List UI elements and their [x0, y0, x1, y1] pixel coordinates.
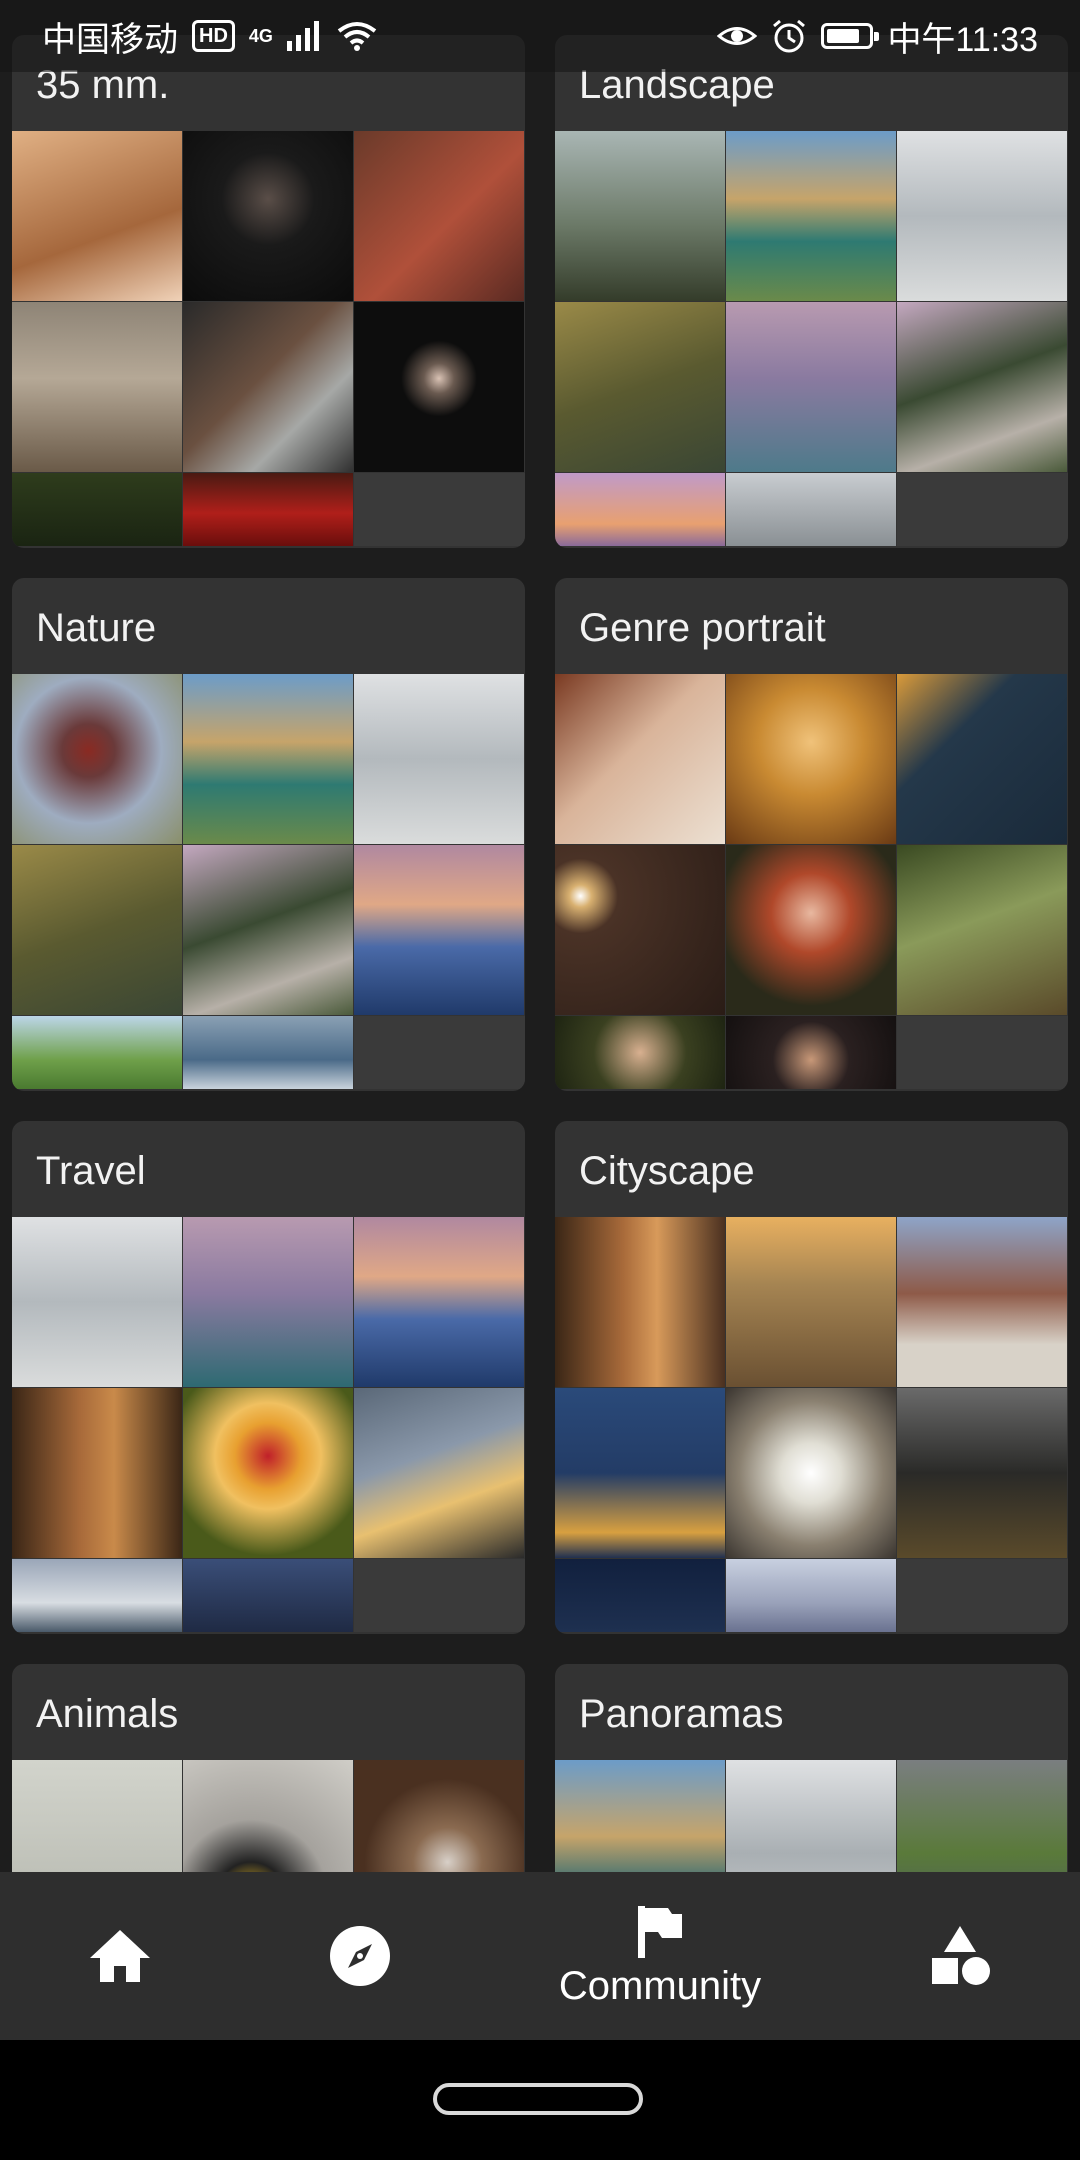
category-title: Animals [36, 1692, 179, 1736]
empty-slot [354, 473, 525, 546]
category-card-panoramas[interactable]: Panoramas [555, 1664, 1068, 1872]
category-card-cityscape[interactable]: Cityscape [555, 1121, 1068, 1634]
category-title: Nature [36, 606, 157, 650]
shapes-icon [932, 1926, 990, 1985]
photo-thumbnail[interactable] [12, 473, 182, 546]
network-type: 4G [248, 26, 273, 46]
nav-community-label: Community [558, 1963, 762, 2008]
photo-thumbnail[interactable] [897, 131, 1067, 301]
photo-thumbnail[interactable] [897, 302, 1067, 472]
photo-thumbnail[interactable] [183, 131, 353, 301]
empty-slot [354, 1559, 525, 1632]
carrier-name: 中国移动 [42, 20, 178, 59]
nav-home[interactable] [60, 1872, 180, 2040]
home-icon [90, 1930, 150, 1982]
photo-thumbnail[interactable] [12, 674, 182, 844]
hd-badge: HD [192, 20, 235, 52]
empty-slot [354, 1016, 525, 1089]
photo-thumbnail[interactable] [354, 674, 524, 844]
photo-thumbnail[interactable] [183, 1559, 353, 1632]
photo-thumbnail[interactable] [726, 1760, 896, 1872]
photo-thumbnail[interactable] [354, 845, 524, 1015]
empty-slot [897, 1559, 1068, 1632]
photo-thumbnail[interactable] [354, 1388, 524, 1558]
photo-thumbnail[interactable] [555, 302, 725, 472]
photo-thumbnail[interactable] [354, 131, 524, 301]
photo-thumbnail[interactable] [897, 1388, 1067, 1558]
category-title: Panoramas [579, 1692, 784, 1736]
photo-thumbnail[interactable] [183, 845, 353, 1015]
photo-thumbnail[interactable] [726, 845, 896, 1015]
category-grid: 35 mm. Landscape Nature Genre portrait T… [0, 0, 1080, 1872]
photo-thumbnail[interactable] [12, 1559, 182, 1632]
photo-thumbnail[interactable] [726, 674, 896, 844]
battery-icon [821, 23, 880, 49]
nav-categories[interactable] [900, 1872, 1020, 2040]
eye-icon [717, 27, 758, 45]
photo-thumbnail[interactable] [555, 1217, 725, 1387]
photo-thumbnail[interactable] [12, 1388, 182, 1558]
photo-thumbnail[interactable] [12, 131, 182, 301]
photo-thumbnail[interactable] [726, 131, 896, 301]
photo-thumbnail[interactable] [354, 1217, 524, 1387]
category-card-landscape[interactable]: Landscape [555, 35, 1068, 548]
photo-thumbnail[interactable] [555, 473, 725, 546]
photo-thumbnail[interactable] [555, 1388, 725, 1558]
photo-thumbnail[interactable] [897, 1760, 1067, 1872]
photo-thumbnail[interactable] [555, 674, 725, 844]
clock: 中午11:33 [887, 20, 1038, 59]
photo-thumbnail[interactable] [12, 302, 182, 472]
photo-thumbnail[interactable] [555, 845, 725, 1015]
photo-thumbnail[interactable] [726, 1016, 896, 1089]
photo-thumbnail[interactable] [555, 1559, 725, 1632]
category-title: Genre portrait [579, 606, 826, 650]
compass-icon [330, 1926, 390, 1986]
photo-thumbnail[interactable] [183, 1016, 353, 1089]
photo-thumbnail[interactable] [726, 1217, 896, 1387]
photo-thumbnail[interactable] [12, 1760, 182, 1872]
flag-icon [638, 1905, 682, 1958]
photo-thumbnail[interactable] [726, 1388, 896, 1558]
photo-thumbnail[interactable] [183, 1388, 353, 1558]
category-title: Travel [36, 1149, 146, 1193]
photo-thumbnail[interactable] [183, 1217, 353, 1387]
alarm-icon [773, 19, 806, 53]
status-bar: 中国移动 HD 4G 中午11:33 [0, 0, 1080, 72]
photo-thumbnail[interactable] [12, 1217, 182, 1387]
photo-thumbnail[interactable] [726, 302, 896, 472]
photo-thumbnail[interactable] [12, 845, 182, 1015]
category-title: Cityscape [579, 1149, 755, 1193]
photo-thumbnail[interactable] [555, 131, 725, 301]
wifi-icon [337, 22, 377, 51]
photo-thumbnail[interactable] [897, 674, 1067, 844]
photo-thumbnail[interactable] [555, 1016, 725, 1089]
home-gesture-pill[interactable] [433, 2083, 643, 2115]
category-card-genre-portrait[interactable]: Genre portrait [555, 578, 1068, 1091]
photo-thumbnail[interactable] [183, 473, 353, 546]
category-card-travel[interactable]: Travel [12, 1121, 525, 1634]
photo-thumbnail[interactable] [354, 1760, 524, 1872]
category-card-35mm[interactable]: 35 mm. [12, 35, 525, 548]
photo-thumbnail[interactable] [183, 302, 353, 472]
photo-thumbnail[interactable] [183, 1760, 353, 1872]
photo-thumbnail[interactable] [726, 1559, 896, 1632]
category-card-nature[interactable]: Nature [12, 578, 525, 1091]
photo-thumbnail[interactable] [12, 1016, 182, 1089]
signal-icon [286, 21, 319, 51]
photo-thumbnail[interactable] [555, 1760, 725, 1872]
nav-community[interactable]: Community [520, 1872, 800, 2040]
photo-thumbnail[interactable] [183, 674, 353, 844]
photo-thumbnail[interactable] [897, 845, 1067, 1015]
photo-thumbnail[interactable] [897, 1217, 1067, 1387]
photo-thumbnail[interactable] [726, 473, 896, 546]
category-card-animals[interactable]: Animals [12, 1664, 525, 1872]
empty-slot [897, 1016, 1068, 1089]
empty-slot [897, 473, 1068, 546]
photo-thumbnail[interactable] [354, 302, 524, 472]
nav-explore[interactable] [300, 1872, 420, 2040]
battery-level [827, 29, 860, 43]
bottom-navigation: Community [0, 1872, 1080, 2040]
